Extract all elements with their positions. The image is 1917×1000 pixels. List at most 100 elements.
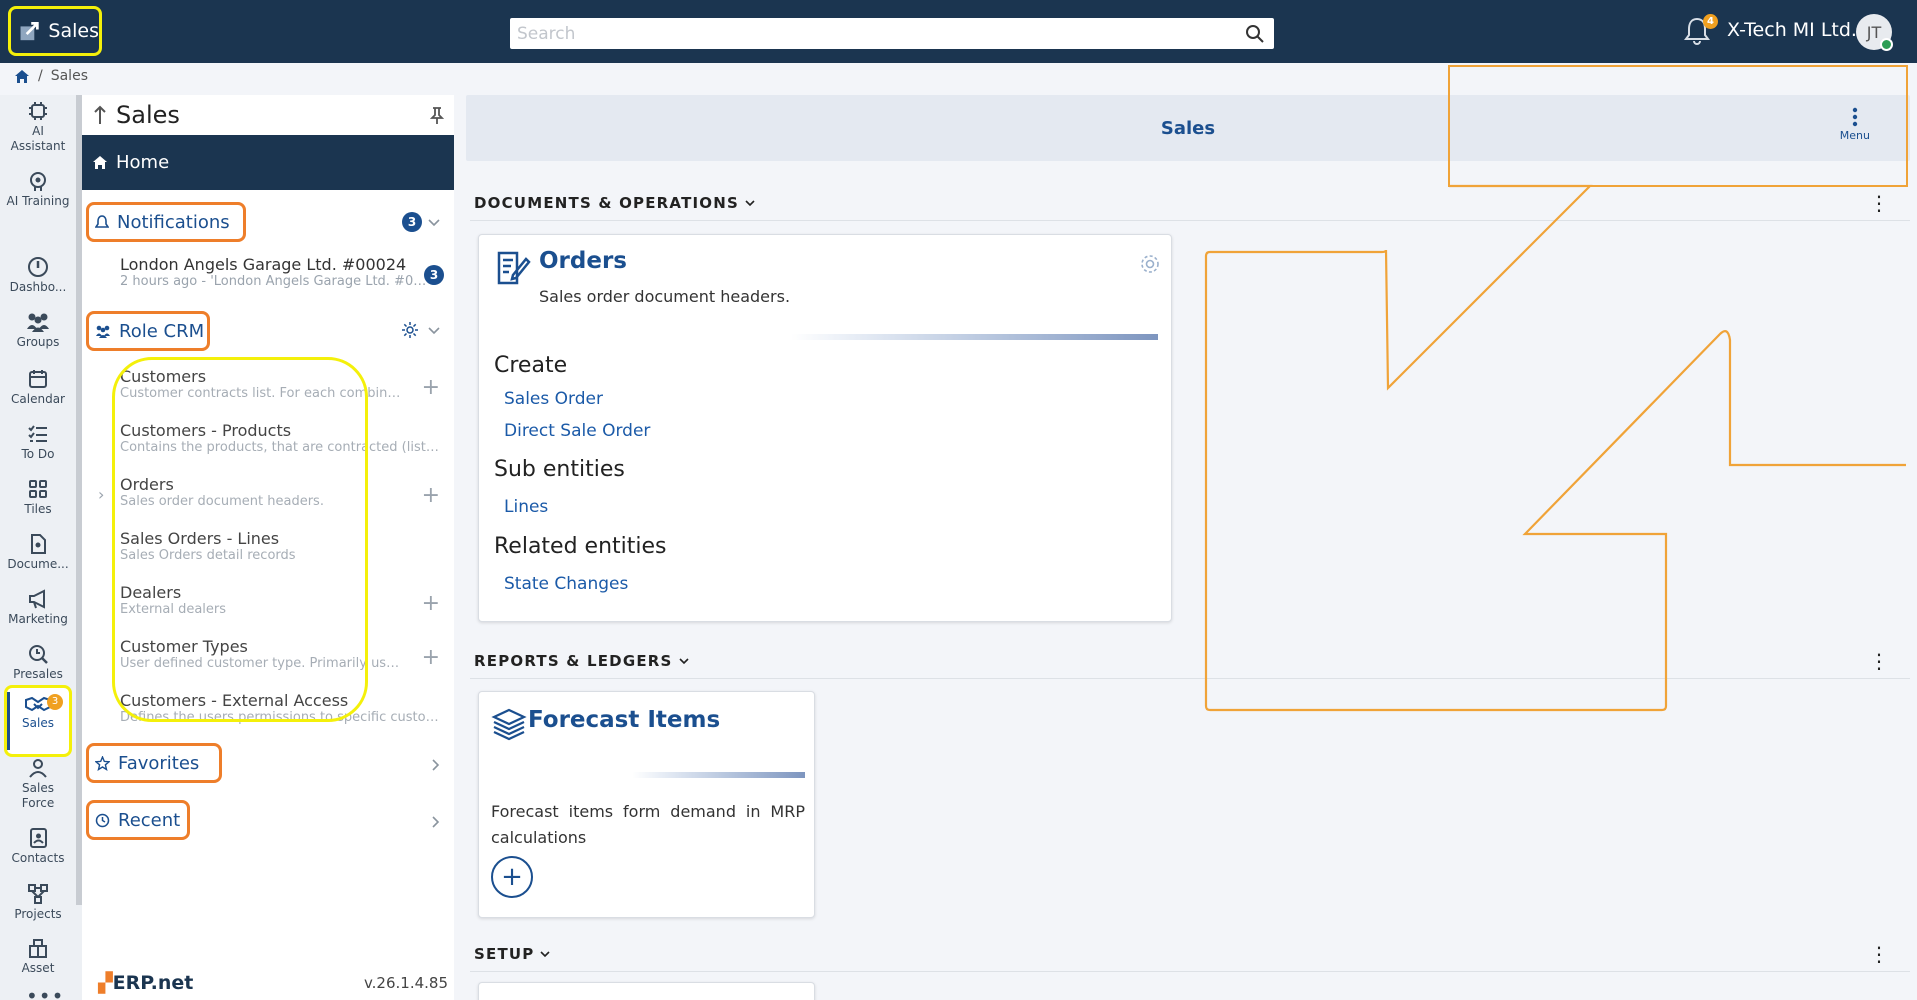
app-switcher[interactable]: Sales xyxy=(8,6,102,56)
top-bar: Sales 4 X-Tech MI Ltd. JT xyxy=(0,0,1917,63)
notification-item-count: 3 xyxy=(424,265,444,285)
version-label: v.26.1.4.85 xyxy=(363,974,448,992)
notifications-section[interactable]: Notifications xyxy=(86,202,246,242)
app-title: Sales xyxy=(48,20,99,42)
setup-card xyxy=(478,982,815,1000)
rail-item-asset[interactable]: Asset xyxy=(4,937,72,976)
rail-more-button[interactable]: ••• xyxy=(26,984,64,1000)
add-icon[interactable]: + xyxy=(422,375,440,400)
ai-training-icon xyxy=(30,172,46,191)
notification-item[interactable]: London Angels Garage Ltd. #00024 2 hours… xyxy=(120,255,430,289)
role-crm-section[interactable]: Role CRM xyxy=(86,311,210,351)
groups-icon xyxy=(27,313,49,332)
chevron-right-icon[interactable] xyxy=(432,816,440,828)
list-item-orders[interactable]: › Orders Sales order document headers. + xyxy=(98,473,450,527)
company-name[interactable]: X-Tech MI Ltd. xyxy=(1727,19,1857,41)
calendar-icon xyxy=(29,370,47,388)
orders-card: Orders Sales order document headers. Cre… xyxy=(478,234,1172,622)
add-forecast-item-button[interactable]: + xyxy=(491,856,533,898)
erp-logo: ▞ERP.net xyxy=(98,972,194,994)
list-item-dealers[interactable]: Dealers External dealers + xyxy=(120,581,450,635)
chevron-down-icon[interactable] xyxy=(428,327,440,335)
nav-home[interactable]: Home xyxy=(82,135,454,190)
rail-item-groups[interactable]: Groups xyxy=(4,311,72,350)
kebab-icon xyxy=(1852,107,1858,127)
add-icon[interactable]: + xyxy=(422,591,440,616)
tiles-icon xyxy=(29,480,47,498)
asset-icon xyxy=(29,939,47,958)
sales-badge: 3 xyxy=(47,694,63,710)
pin-icon[interactable] xyxy=(430,107,444,125)
list-item-customers-products[interactable]: Customers - Products Contains the produc… xyxy=(120,419,450,473)
chevron-down-icon[interactable] xyxy=(428,219,440,227)
megaphone-icon xyxy=(29,589,45,609)
contacts-icon xyxy=(30,828,47,848)
rail-item-contacts[interactable]: Contacts xyxy=(4,827,72,866)
list-item-customers[interactable]: Customers Customer contracts list. For e… xyxy=(120,365,450,419)
list-item-customer-types[interactable]: Customer Types User defined customer typ… xyxy=(120,635,450,689)
page-header: Sales Menu xyxy=(466,95,1910,161)
gear-icon[interactable] xyxy=(401,321,419,339)
group-setup[interactable]: SETUP xyxy=(474,945,551,963)
card-stripe xyxy=(491,334,1158,340)
rail-item-sales-force[interactable]: Sales Force xyxy=(4,757,72,811)
notifications-count: 3 xyxy=(402,212,422,232)
list-item-sales-orders-lines[interactable]: Sales Orders - Lines Sales Orders detail… xyxy=(120,527,450,581)
bell-icon xyxy=(95,214,109,228)
search-icon[interactable] xyxy=(1244,23,1266,45)
group-documents-operations[interactable]: DOCUMENTS & OPERATIONS xyxy=(474,194,755,212)
rail-item-dashboard[interactable]: Dashbo... xyxy=(4,256,72,295)
forecast-items-description: Forecast items form demand in MRP calcul… xyxy=(491,802,805,847)
group-options-kebab-icon[interactable]: ⋮ xyxy=(1869,191,1889,215)
recent-section[interactable]: Recent xyxy=(86,800,190,840)
chevron-right-icon[interactable] xyxy=(432,759,440,771)
chevron-down-icon xyxy=(678,657,689,664)
rail-item-marketing[interactable]: Marketing xyxy=(4,588,72,627)
breadcrumb-item-sales[interactable]: Sales xyxy=(51,68,88,84)
menu-button[interactable]: Menu xyxy=(1840,107,1870,142)
add-icon[interactable]: + xyxy=(422,645,440,670)
nav-footer: ▞ERP.net v.26.1.4.85 xyxy=(98,972,448,994)
chevron-right-icon[interactable]: › xyxy=(98,485,104,504)
rail-item-calendar[interactable]: Calendar xyxy=(4,368,72,407)
rail-item-sales[interactable]: Sales 3 xyxy=(4,685,72,757)
favorites-section[interactable]: Favorites xyxy=(86,743,222,783)
list-item-customers-external-access[interactable]: Customers - External Access Defines the … xyxy=(120,689,450,743)
search-bar xyxy=(510,18,1274,49)
group-options-kebab-icon[interactable]: ⋮ xyxy=(1869,649,1889,673)
page-title: Sales xyxy=(1160,117,1216,139)
dashboard-icon xyxy=(28,257,48,277)
groups-icon xyxy=(96,325,110,338)
add-icon[interactable]: + xyxy=(422,483,440,508)
group-options-kebab-icon[interactable]: ⋮ xyxy=(1869,942,1889,966)
forecast-items-title[interactable]: Forecast Items xyxy=(528,707,720,733)
home-icon xyxy=(93,156,107,169)
gear-icon[interactable] xyxy=(1139,253,1161,275)
role-crm-list: Customers Customer contracts list. For e… xyxy=(98,365,450,743)
rail-item-tiles[interactable]: Tiles xyxy=(4,478,72,517)
create-sales-order-link[interactable]: Sales Order xyxy=(504,389,603,409)
chevron-down-icon xyxy=(745,199,755,206)
presales-icon xyxy=(29,645,48,664)
divider xyxy=(470,971,1910,972)
rail-item-ai-assistant[interactable]: AI Assistant xyxy=(4,100,72,154)
rail-item-projects[interactable]: Projects xyxy=(4,883,72,922)
notifications-bell[interactable]: 4 xyxy=(1683,14,1718,48)
related-entities-label: Related entities xyxy=(494,534,667,559)
create-direct-sale-order-link[interactable]: Direct Sale Order xyxy=(504,421,650,441)
search-input[interactable] xyxy=(510,18,1244,49)
lines-link[interactable]: Lines xyxy=(504,497,548,517)
rail-item-presales[interactable]: Presales xyxy=(4,643,72,682)
projects-icon xyxy=(28,884,48,904)
todo-icon xyxy=(28,425,47,442)
orders-title[interactable]: Orders xyxy=(539,248,627,274)
rail-item-todo[interactable]: To Do xyxy=(4,423,72,462)
state-changes-link[interactable]: State Changes xyxy=(504,574,628,594)
chevron-down-icon xyxy=(540,950,551,957)
group-reports-ledgers[interactable]: REPORTS & LEDGERS xyxy=(474,652,689,670)
rail-item-ai-training[interactable]: AI Training xyxy=(4,170,72,209)
home-icon[interactable] xyxy=(14,69,30,84)
clock-icon xyxy=(95,813,110,827)
arrow-up-icon[interactable] xyxy=(92,104,108,126)
rail-item-documents[interactable]: Docume... xyxy=(4,533,72,572)
